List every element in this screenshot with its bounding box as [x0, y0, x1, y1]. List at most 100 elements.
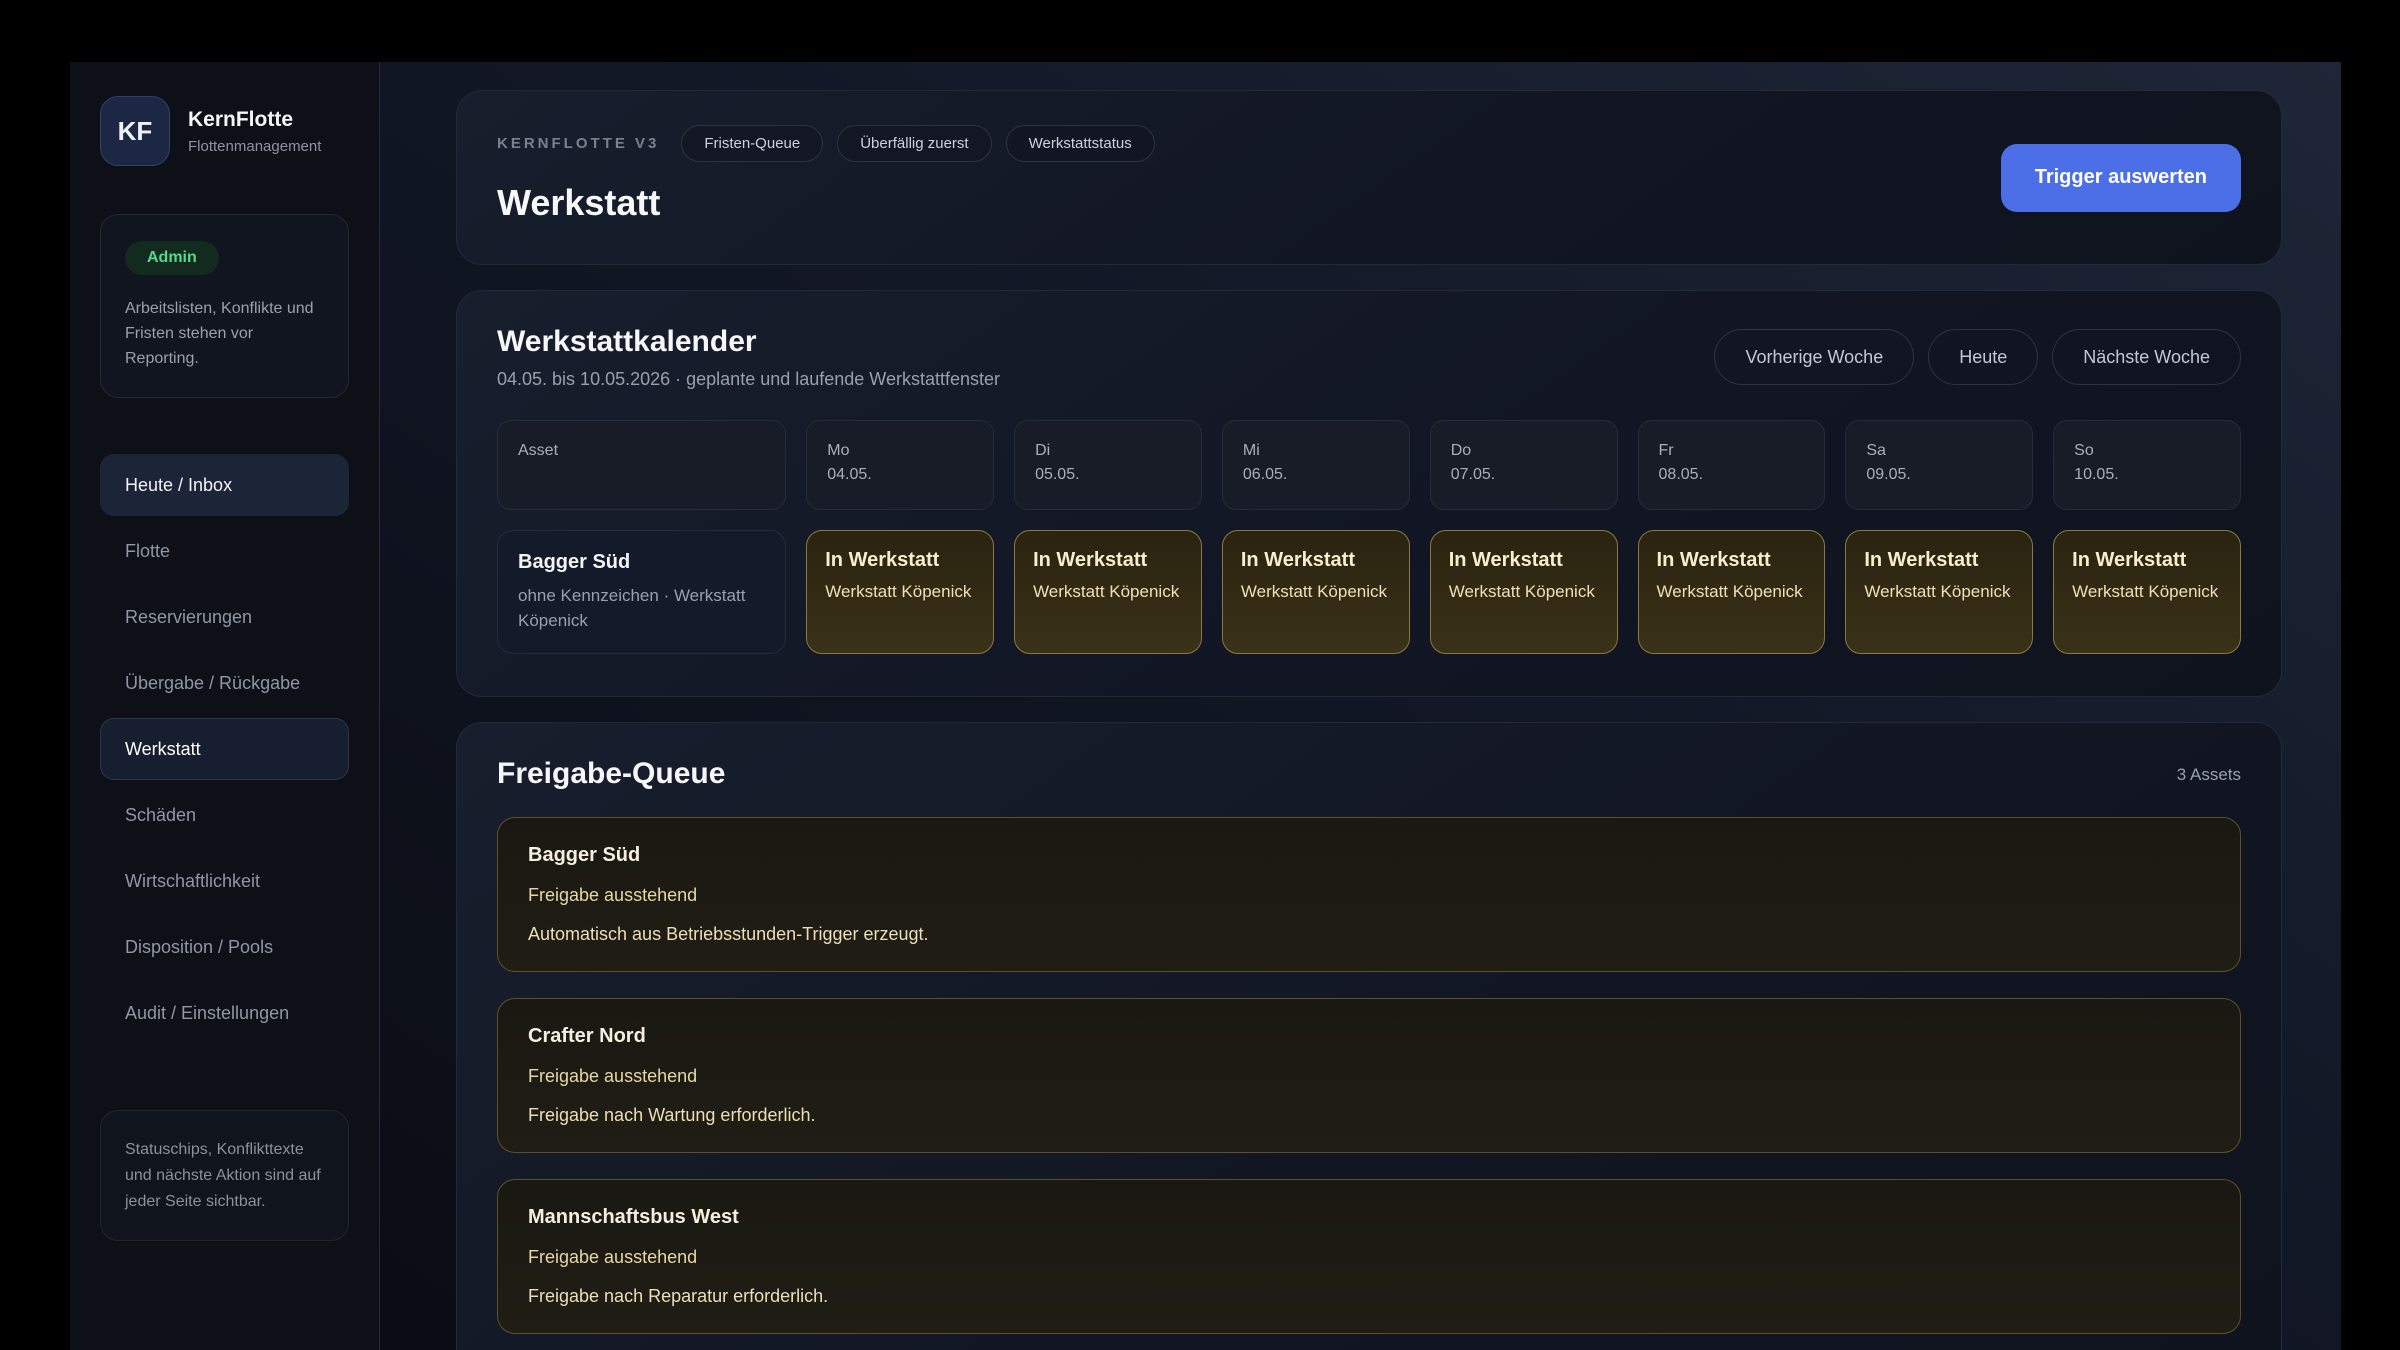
- calendar-slot-cell[interactable]: In Werkstatt Werkstatt Köpenick: [1430, 530, 1618, 654]
- week-nav-button-1[interactable]: Heute: [1928, 329, 2038, 385]
- app-version-label: KERNFLOTTE V3: [497, 135, 659, 152]
- calendar-slot-location: Werkstatt Köpenick: [1449, 580, 1599, 604]
- calendar-day-name: Mi: [1243, 439, 1389, 463]
- sidebar-item-werkstatt[interactable]: Werkstatt: [100, 718, 349, 780]
- calendar-slot-location: Werkstatt Köpenick: [1241, 580, 1391, 604]
- queue-asset-name: Bagger Süd: [528, 844, 2210, 867]
- sidebar-item-disposition-pools[interactable]: Disposition / Pools: [100, 916, 349, 978]
- sidebar-item-bergabe-r-ckgabe[interactable]: Übergabe / Rückgabe: [100, 652, 349, 714]
- calendar-day-header: Mi06.05.: [1222, 420, 1410, 510]
- page-header-panel: KERNFLOTTE V3 Fristen-Queue Überfällig zu…: [456, 90, 2282, 265]
- sidebar-item-flotte[interactable]: Flotte: [100, 520, 349, 582]
- calendar-subtitle: 04.05. bis 10.05.2026 · geplante und lau…: [497, 369, 1000, 390]
- release-queue-count: 3 Assets: [2177, 765, 2241, 785]
- calendar-slot-cell[interactable]: In Werkstatt Werkstatt Köpenick: [1638, 530, 1826, 654]
- page-title: Werkstatt: [497, 182, 2241, 224]
- calendar-day-date: 06.05.: [1243, 463, 1389, 487]
- header-chips: Fristen-Queue Überfällig zuerst Werkstatts…: [681, 125, 1154, 162]
- calendar-slot-status: In Werkstatt: [1033, 549, 1183, 572]
- calendar-grid: AssetMo04.05.Di05.05.Mi06.05.Do07.05.Fr0…: [497, 420, 2241, 654]
- calendar-slot-cell[interactable]: In Werkstatt Werkstatt Köpenick: [1014, 530, 1202, 654]
- sidebar-item-reservierungen[interactable]: Reservierungen: [100, 586, 349, 648]
- queue-asset-name: Crafter Nord: [528, 1025, 2210, 1048]
- calendar-day-name: Fr: [1659, 439, 1805, 463]
- calendar-slot-cell[interactable]: In Werkstatt Werkstatt Köpenick: [2053, 530, 2241, 654]
- brand-subtitle: Flottenmanagement: [188, 138, 321, 155]
- role-card: Admin Arbeitslisten, Konflikte und Frist…: [100, 214, 349, 398]
- release-queue-card[interactable]: Crafter Nord Freigabe ausstehend Freigabe …: [497, 998, 2241, 1153]
- release-queue-list: Bagger SüdFreigabe ausstehendAutomatisch…: [497, 817, 2241, 1334]
- calendar-slot-location: Werkstatt Köpenick: [1033, 580, 1183, 604]
- trigger-evaluate-button[interactable]: Trigger auswerten: [2001, 144, 2241, 212]
- calendar-day-header: So10.05.: [2053, 420, 2241, 510]
- calendar-slot-status: In Werkstatt: [825, 549, 975, 572]
- calendar-title: Werkstattkalender: [497, 325, 1000, 359]
- calendar-asset-column-header: Asset: [497, 420, 786, 510]
- calendar-slot-cell[interactable]: In Werkstatt Werkstatt Köpenick: [1845, 530, 2033, 654]
- app-window: KF KernFlotte Flottenmanagement Admin Ar…: [70, 62, 2341, 1350]
- sidebar-item-label: Disposition / Pools: [125, 937, 273, 958]
- calendar-day-date: 07.05.: [1451, 463, 1597, 487]
- queue-status: Freigabe ausstehend: [528, 1247, 2210, 1268]
- release-queue-panel: Freigabe-Queue 3 Assets Bagger Süd Freiga…: [456, 722, 2282, 1350]
- release-queue-card[interactable]: Bagger SüdFreigabe ausstehendAutomatisch…: [497, 817, 2241, 972]
- calendar-asset-cell: Bagger Süd ohne Kennzeichen · Werkstatt K…: [497, 530, 786, 654]
- calendar-slot-cell[interactable]: In Werkstatt Werkstatt Köpenick: [806, 530, 994, 654]
- calendar-asset-meta: ohne Kennzeichen · Werkstatt Köpenick: [518, 584, 765, 633]
- calendar-day-header: Do07.05.: [1430, 420, 1618, 510]
- calendar-day-date: 10.05.: [2074, 463, 2220, 487]
- sidebar-item-label: Reservierungen: [125, 607, 252, 628]
- header-chip-0[interactable]: Fristen-Queue: [681, 125, 823, 162]
- calendar-day-date: 04.05.: [827, 463, 973, 487]
- sidebar-item-label: Wirtschaftlichkeit: [125, 871, 260, 892]
- calendar-asset-name: Bagger Süd: [518, 551, 765, 574]
- calendar-day-header: Di05.05.: [1014, 420, 1202, 510]
- calendar-day-date: 08.05.: [1659, 463, 1805, 487]
- sidebar-item-label: Schäden: [125, 805, 196, 826]
- sidebar-item-wirtschaftlichkeit[interactable]: Wirtschaftlichkeit: [100, 850, 349, 912]
- queue-status: Freigabe ausstehend: [528, 885, 2210, 906]
- calendar-day-name: Mo: [827, 439, 973, 463]
- calendar-day-date: 05.05.: [1035, 463, 1181, 487]
- calendar-slot-status: In Werkstatt: [1241, 549, 1391, 572]
- calendar-day-date: 09.05.: [1866, 463, 2012, 487]
- calendar-slot-status: In Werkstatt: [1864, 549, 2014, 572]
- sidebar-footer-note: Statuschips, Konflikttexte und nächste A…: [100, 1110, 349, 1241]
- release-queue-card[interactable]: Mannschaftsbus WestFreigabe ausstehendFr…: [497, 1179, 2241, 1334]
- calendar-day-header: Fr08.05.: [1638, 420, 1826, 510]
- sidebar-item-label: Flotte: [125, 541, 170, 562]
- calendar-slot-status: In Werkstatt: [2072, 549, 2222, 572]
- week-nav-button-2[interactable]: Nächste Woche: [2052, 329, 2241, 385]
- workshop-calendar-panel: Werkstattkalender 04.05. bis 10.05.2026 …: [456, 290, 2282, 697]
- calendar-day-header: Mo04.05.: [806, 420, 994, 510]
- sidebar-item-sch-den[interactable]: Schäden: [100, 784, 349, 846]
- calendar-slot-location: Werkstatt Köpenick: [825, 580, 975, 604]
- calendar-day-name: Sa: [1866, 439, 2012, 463]
- sidebar-nav: Heute / Inbox Flotte Reservierungen Übergab…: [100, 454, 349, 1044]
- calendar-slot-cell[interactable]: In Werkstatt Werkstatt Köpenick: [1222, 530, 1410, 654]
- header-chip-1[interactable]: Überfällig zuerst: [837, 125, 991, 162]
- calendar-slot-status: In Werkstatt: [1449, 549, 1599, 572]
- calendar-day-header: Sa09.05.: [1845, 420, 2033, 510]
- calendar-slot-location: Werkstatt Köpenick: [1657, 580, 1807, 604]
- calendar-day-name: So: [2074, 439, 2220, 463]
- calendar-day-name: Do: [1451, 439, 1597, 463]
- queue-status: Freigabe ausstehend: [528, 1066, 2210, 1087]
- week-nav-button-0[interactable]: Vorherige Woche: [1714, 329, 1914, 385]
- brand-name: KernFlotte: [188, 108, 321, 132]
- week-navigation: Vorherige WocheHeuteNächste Woche: [1714, 329, 2241, 385]
- release-queue-title: Freigabe-Queue: [497, 757, 725, 791]
- sidebar-item-label: Übergabe / Rückgabe: [125, 673, 300, 694]
- sidebar-item-label: Heute / Inbox: [125, 475, 232, 496]
- brand: KF KernFlotte Flottenmanagement: [100, 96, 349, 166]
- sidebar-item-heute-inbox[interactable]: Heute / Inbox: [100, 454, 349, 516]
- calendar-day-name: Di: [1035, 439, 1181, 463]
- calendar-slot-status: In Werkstatt: [1657, 549, 1807, 572]
- queue-note: Freigabe nach Wartung erforderlich.: [528, 1105, 2210, 1126]
- calendar-slot-location: Werkstatt Köpenick: [1864, 580, 2014, 604]
- sidebar-item-label: Audit / Einstellungen: [125, 1003, 289, 1024]
- calendar-slot-location: Werkstatt Köpenick: [2072, 580, 2222, 604]
- header-chip-2[interactable]: Werkstattstatus: [1006, 125, 1155, 162]
- main-content: KERNFLOTTE V3 Fristen-Queue Überfällig zu…: [380, 62, 2341, 1350]
- sidebar-item-audit-einstellungen[interactable]: Audit / Einstellungen: [100, 982, 349, 1044]
